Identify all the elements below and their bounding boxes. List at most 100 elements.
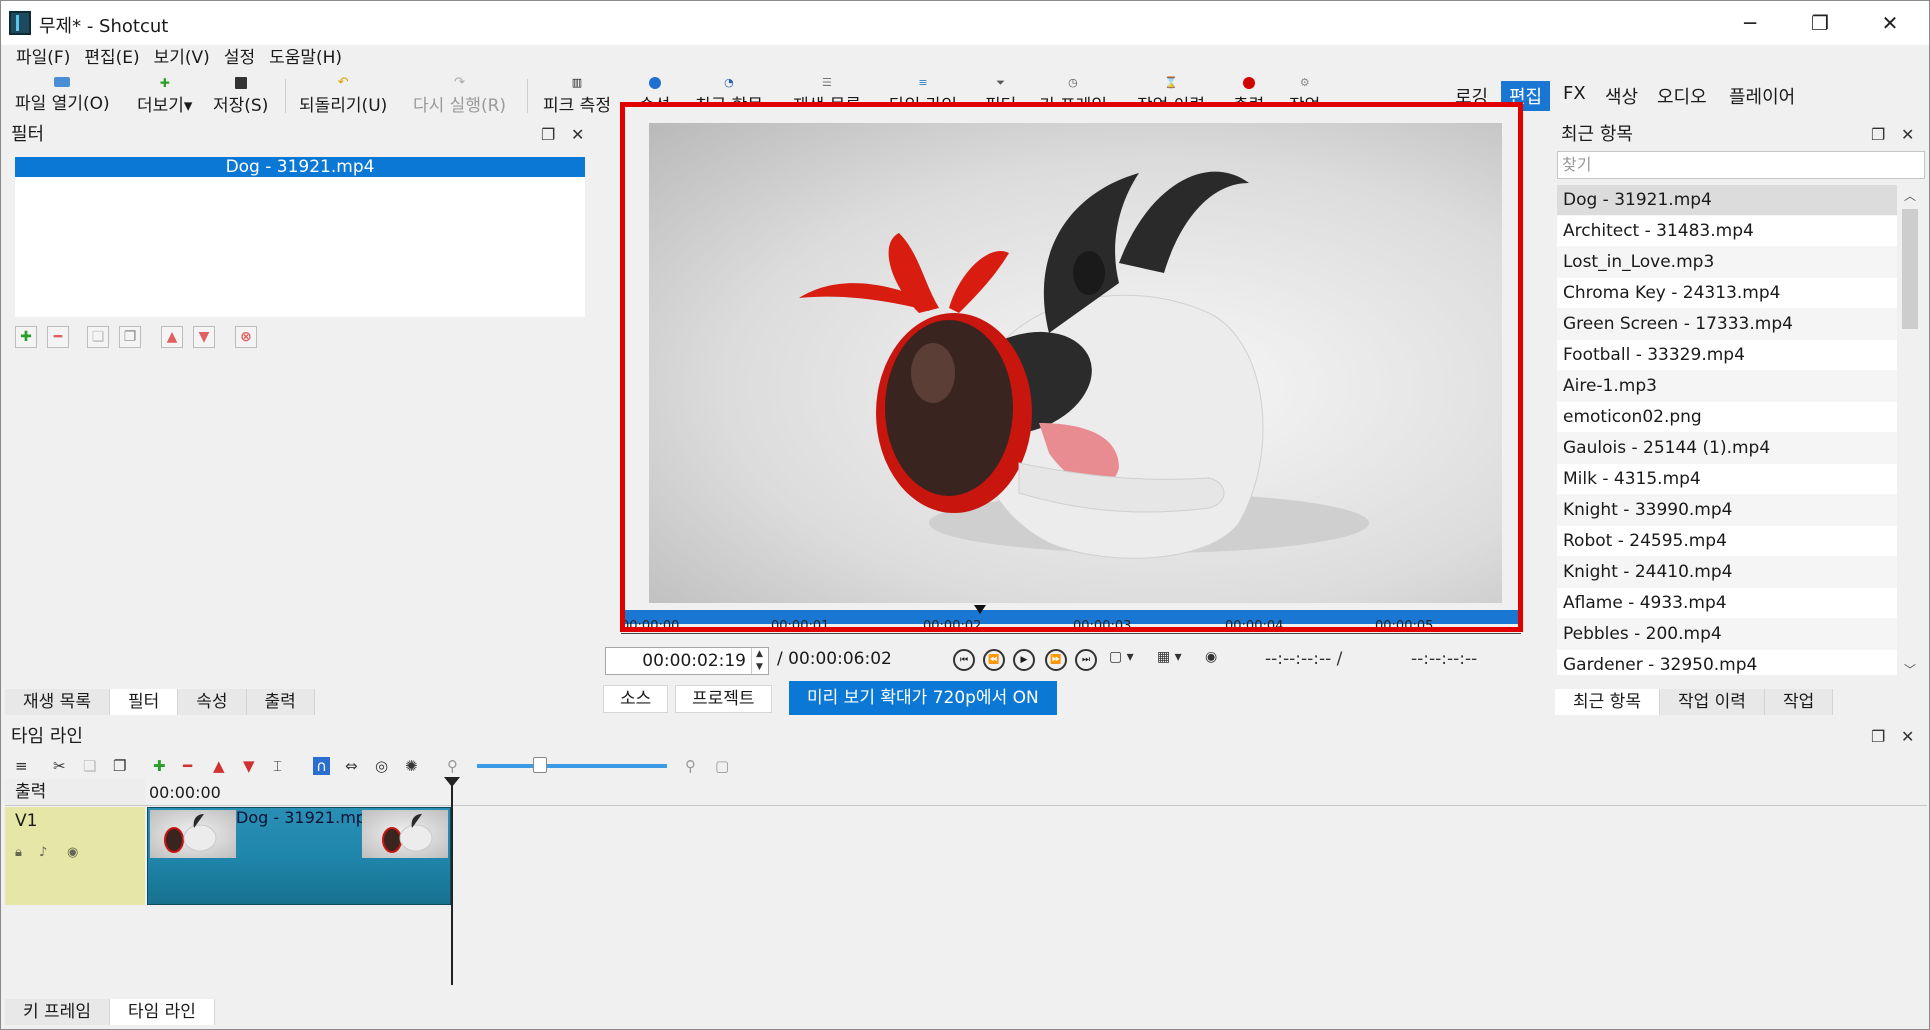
layout-fx[interactable]: FX (1555, 81, 1594, 106)
tab-properties[interactable]: 속성 (178, 689, 247, 715)
recent-item[interactable]: Robot - 24595.mp4 (1557, 526, 1897, 557)
menu-help[interactable]: 도움말(H) (262, 45, 349, 73)
timecode-spinner[interactable]: ▲ ▼ (751, 648, 767, 674)
copy-filter-icon[interactable]: ❏ (87, 326, 109, 348)
scroll-up-icon[interactable]: ︿ (1899, 187, 1921, 204)
rewind-icon[interactable]: ⏪ (983, 649, 1005, 671)
tab-timeline[interactable]: 타임 라인 (109, 999, 215, 1025)
move-up-icon[interactable]: ▲ (161, 326, 183, 348)
play-icon[interactable]: ▶ (1013, 649, 1035, 671)
track-header-v1[interactable]: V1 🔒︎ ♪ ◉ (5, 807, 145, 905)
minimize-button[interactable]: ─ (1715, 1, 1785, 45)
open-file-button[interactable]: 파일 열기(O) (15, 73, 110, 117)
volume-icon[interactable]: ◉ (1205, 649, 1217, 665)
recent-item[interactable]: Milk - 4315.mp4 (1557, 464, 1897, 495)
recent-item[interactable]: Green Screen - 17333.mp4 (1557, 309, 1897, 340)
timeline-clip[interactable]: Dog - 31921.mp4 (147, 807, 451, 905)
recent-item[interactable]: emoticon02.png (1557, 402, 1897, 433)
ripple-icon[interactable]: ◎ (375, 757, 388, 775)
zoom-fit-icon[interactable]: ▢ (715, 757, 729, 775)
float-panel-icon[interactable]: ❐ (541, 125, 555, 144)
menu-edit[interactable]: 편집(E) (77, 45, 146, 73)
timecode-input[interactable]: 00:00:02:19 (605, 647, 769, 675)
lift-icon[interactable]: ▲ (213, 757, 225, 775)
scrub-playhead[interactable] (974, 605, 986, 614)
recent-item[interactable]: Pebbles - 200.mp4 (1557, 619, 1897, 650)
zoom-slider-handle[interactable] (533, 757, 547, 773)
recent-scrollbar[interactable]: ︿ ﹀ (1899, 185, 1921, 681)
preview-scaling-badge[interactable]: 미리 보기 확대가 720p에서 ON (789, 681, 1057, 715)
paste-icon[interactable]: ❐ (113, 757, 126, 775)
tab-recent[interactable]: 최근 항목 (1555, 689, 1660, 715)
scrub-bar[interactable]: 00:00:00 00:00:01 00:00:02 00:00:03 00:0… (611, 605, 1531, 635)
recent-item[interactable]: Knight - 24410.mp4 (1557, 557, 1897, 588)
tab-jobs[interactable]: 작업 (1764, 689, 1834, 715)
open-other-button[interactable]: ✚ 더보기▾ (137, 73, 192, 117)
undo-button[interactable]: ↶ 되돌리기(U) (299, 73, 387, 117)
close-panel-icon[interactable]: ✕ (1901, 727, 1914, 746)
split-icon[interactable]: ⌶ (273, 757, 282, 775)
float-panel-icon[interactable]: ❐ (1871, 125, 1885, 144)
recent-search-input[interactable]: 찾기 (1557, 151, 1925, 179)
recent-item[interactable]: Chroma Key - 24313.mp4 (1557, 278, 1897, 309)
menu-file[interactable]: 파일(F) (9, 45, 77, 73)
save-button[interactable]: 저장(S) (213, 73, 268, 117)
zoom-in-icon[interactable]: ⚲ (685, 757, 696, 775)
recent-item[interactable]: Football - 33329.mp4 (1557, 340, 1897, 371)
scroll-down-icon[interactable]: ﹀ (1899, 661, 1921, 678)
tab-export[interactable]: 출력 (246, 689, 315, 715)
float-panel-icon[interactable]: ❐ (1871, 727, 1885, 746)
close-panel-icon[interactable]: ✕ (571, 125, 584, 144)
append-icon[interactable]: ✚ (153, 757, 166, 775)
paste-filter-icon[interactable]: ❐ (119, 326, 141, 348)
snap-magnet-icon[interactable]: ∩ (313, 757, 330, 775)
layout-audio[interactable]: 오디오 (1649, 81, 1715, 111)
filter-list[interactable]: Dog - 31921.mp4 (15, 157, 585, 317)
mute-icon[interactable]: ♪ (39, 845, 47, 860)
peak-meter-button[interactable]: ▥ 피크 측정 (543, 73, 611, 117)
recent-item[interactable]: Gardener - 32950.mp4 (1557, 650, 1897, 675)
lock-icon[interactable]: 🔒︎ (15, 845, 22, 860)
recent-item[interactable]: Aire-1.mp3 (1557, 371, 1897, 402)
grid-menu-icon[interactable]: ▦ ▾ (1157, 649, 1182, 665)
scrub-icon[interactable]: ⇔ (345, 757, 358, 775)
tab-keyframes[interactable]: 키 프레임 (5, 999, 110, 1025)
scroll-thumb[interactable] (1902, 209, 1918, 329)
recent-item[interactable]: Aflame - 4933.mp4 (1557, 588, 1897, 619)
add-filter-icon[interactable]: ✚ (15, 326, 37, 348)
menu-settings[interactable]: 설정 (217, 45, 262, 73)
tab-filters[interactable]: 필터 (109, 689, 179, 715)
recent-item[interactable]: Architect - 31483.mp4 (1557, 216, 1897, 247)
recent-item[interactable]: Knight - 33990.mp4 (1557, 495, 1897, 526)
tab-source[interactable]: 소스 (603, 685, 669, 713)
menu-view[interactable]: 보기(V) (147, 45, 217, 73)
restore-button[interactable]: ❐ (1785, 1, 1855, 45)
close-panel-icon[interactable]: ✕ (1901, 125, 1914, 144)
tab-history[interactable]: 작업 이력 (1659, 689, 1765, 715)
skip-next-icon[interactable]: ⏭ (1075, 649, 1097, 671)
fast-forward-icon[interactable]: ⏩ (1045, 649, 1067, 671)
video-preview[interactable] (649, 123, 1502, 603)
recent-list[interactable]: Dog - 31921.mp4 Architect - 31483.mp4 Lo… (1557, 185, 1897, 675)
recent-item[interactable]: Gaulois - 25144 (1).mp4 (1557, 433, 1897, 464)
zoom-slider[interactable] (477, 764, 667, 768)
close-button[interactable]: ✕ (1855, 1, 1925, 45)
ripple-all-icon[interactable]: ✺ (405, 757, 418, 775)
tab-project[interactable]: 프로젝트 (675, 685, 772, 713)
skip-previous-icon[interactable]: ⏮ (953, 649, 975, 671)
ripple-delete-icon[interactable]: ━ (183, 757, 192, 775)
overwrite-icon[interactable]: ▼ (243, 757, 255, 775)
recent-item[interactable]: Dog - 31921.mp4 (1557, 185, 1897, 216)
timeline-menu-icon[interactable]: ≡ (15, 757, 28, 775)
timeline-playhead[interactable] (451, 777, 453, 985)
recent-item[interactable]: Lost_in_Love.mp3 (1557, 247, 1897, 278)
zoom-menu-icon[interactable]: ▢ ▾ (1109, 649, 1134, 665)
layout-color[interactable]: 색상 (1597, 81, 1646, 111)
remove-filter-icon[interactable]: ━ (47, 326, 69, 348)
selected-clip-label[interactable]: Dog - 31921.mp4 (15, 157, 585, 177)
tab-playlist[interactable]: 재생 목록 (5, 689, 110, 715)
cut-icon[interactable]: ✂ (53, 757, 66, 775)
zoom-out-icon[interactable]: ⚲ (447, 757, 458, 775)
eye-icon[interactable]: ◉ (67, 845, 78, 860)
layout-player[interactable]: 플레이어 (1721, 81, 1803, 111)
